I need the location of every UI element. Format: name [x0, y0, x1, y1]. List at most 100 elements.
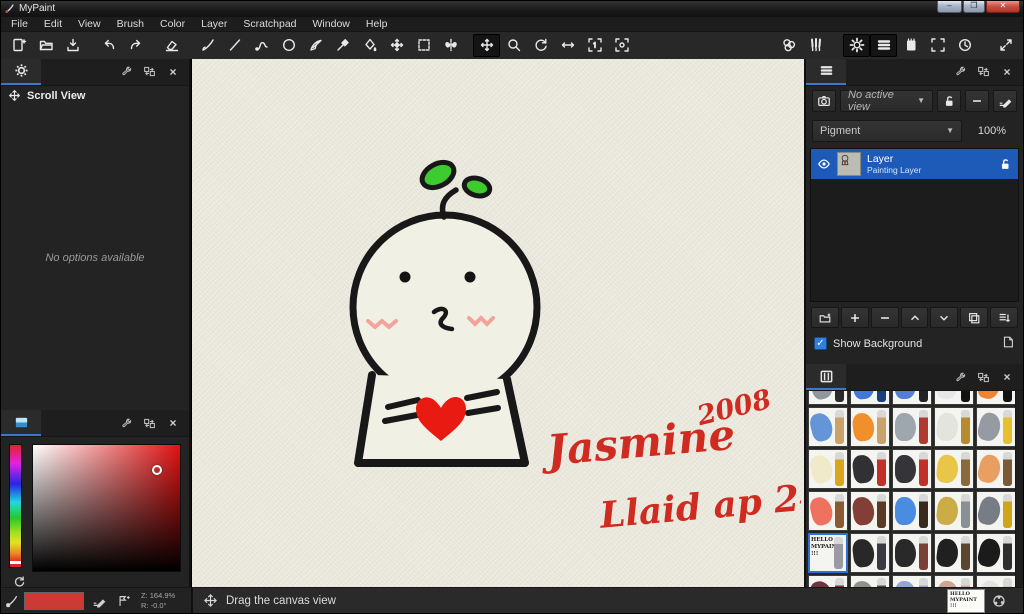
- brush-cell[interactable]: [976, 533, 1015, 574]
- new-file-button[interactable]: [5, 34, 32, 57]
- pick-color-button[interactable]: [329, 34, 356, 57]
- tab-layers[interactable]: [806, 58, 846, 85]
- menu-item-brush[interactable]: Brush: [109, 17, 152, 31]
- menu-item-color[interactable]: Color: [152, 17, 193, 31]
- menu-item-help[interactable]: Help: [358, 17, 396, 31]
- brush-cell[interactable]: [976, 491, 1015, 532]
- panel-detach-button[interactable]: [973, 63, 993, 81]
- brush-cell[interactable]: [892, 575, 932, 588]
- view-snapshot-button[interactable]: [812, 89, 836, 112]
- selected-brush-preview[interactable]: HELLO MYPAINT !!!: [947, 588, 985, 613]
- tab-brushes[interactable]: [806, 364, 846, 391]
- view-lock-button[interactable]: [937, 89, 961, 112]
- brush-cell[interactable]: [850, 533, 890, 574]
- brush-cell[interactable]: [934, 391, 974, 406]
- remove-layer-button[interactable]: [870, 307, 899, 329]
- open-file-button[interactable]: [32, 34, 59, 57]
- brush-cell[interactable]: [808, 407, 848, 448]
- current-color-swatch[interactable]: [24, 591, 84, 610]
- background-document-icon[interactable]: [1001, 335, 1015, 352]
- brush-cell[interactable]: [850, 407, 890, 448]
- move-layer-button[interactable]: [383, 34, 410, 57]
- hue-slider[interactable]: [9, 444, 22, 569]
- save-file-button[interactable]: [59, 34, 86, 57]
- show-background-checkbox[interactable]: ✓: [814, 337, 827, 351]
- panel-close-button[interactable]: ×: [163, 414, 183, 432]
- brush-cell[interactable]: [976, 407, 1015, 448]
- straight-line-button[interactable]: [221, 34, 248, 57]
- layer-mode-dropdown[interactable]: Pigment ▼: [812, 119, 962, 142]
- freehand-button[interactable]: [194, 34, 221, 57]
- brush-cell[interactable]: [934, 407, 974, 448]
- brush-cell[interactable]: [808, 449, 848, 490]
- expand-view-button[interactable]: [992, 34, 1019, 57]
- edit-frame-button[interactable]: [410, 34, 437, 57]
- panel-settings-button[interactable]: [115, 414, 135, 432]
- visibility-eye-icon[interactable]: [817, 157, 831, 171]
- brush-cell[interactable]: [808, 575, 848, 588]
- panel-close-button[interactable]: ×: [997, 63, 1017, 81]
- zoom-1to1-button[interactable]: [581, 34, 608, 57]
- view-remove-button[interactable]: [965, 89, 989, 112]
- undo-button[interactable]: [95, 34, 122, 57]
- brush-cell[interactable]: [934, 575, 974, 588]
- panel-settings-button[interactable]: [949, 368, 969, 386]
- active-view-dropdown[interactable]: No active view ▼: [840, 89, 933, 113]
- fullscreen-button[interactable]: [924, 34, 951, 57]
- layer-unlock-icon[interactable]: [998, 157, 1012, 171]
- redo-button[interactable]: [122, 34, 149, 57]
- close-button[interactable]: ✕: [986, 1, 1020, 13]
- panel-settings-button[interactable]: [115, 63, 135, 81]
- title-bar[interactable]: MyPaint – ❐ ✕: [1, 1, 1023, 17]
- panel-settings-button[interactable]: [949, 63, 969, 81]
- brush-cell[interactable]: [976, 391, 1015, 406]
- brush-cell[interactable]: [892, 391, 932, 406]
- brush-cell[interactable]: [934, 533, 974, 574]
- edit-brush-icon[interactable]: [89, 592, 109, 610]
- panel-detach-button[interactable]: [973, 368, 993, 386]
- saturation-value-square[interactable]: [32, 444, 181, 573]
- connected-lines-button[interactable]: [248, 34, 275, 57]
- brush-cell[interactable]: [892, 491, 932, 532]
- view-rename-button[interactable]: [993, 89, 1017, 112]
- layer-row-selected[interactable]: Layer Painting Layer: [811, 148, 1018, 179]
- fit-view-button[interactable]: [608, 34, 635, 57]
- color-window-button[interactable]: [775, 34, 802, 57]
- ellipse-button[interactable]: [275, 34, 302, 57]
- inking-button[interactable]: [302, 34, 329, 57]
- brush-cell[interactable]: [976, 575, 1015, 588]
- panel-detach-button[interactable]: [139, 414, 159, 432]
- symmetry-button[interactable]: [437, 34, 464, 57]
- menu-item-view[interactable]: View: [70, 17, 109, 31]
- new-layer-group-button[interactable]: [811, 307, 839, 329]
- menu-item-edit[interactable]: Edit: [36, 17, 70, 31]
- brush-cell[interactable]: [892, 449, 932, 490]
- history-button[interactable]: [951, 34, 978, 57]
- brush-cell-selected[interactable]: HELLO MYPAINT !!!: [808, 533, 848, 574]
- duplicate-layer-button[interactable]: [960, 307, 989, 329]
- brush-cell[interactable]: [850, 449, 890, 490]
- brush-cell[interactable]: [808, 391, 848, 406]
- scratchpad-button[interactable]: [897, 34, 924, 57]
- brush-cell[interactable]: [808, 491, 848, 532]
- brush-cell[interactable]: [934, 491, 974, 532]
- tool-options-button[interactable]: [843, 33, 870, 57]
- eraser-button[interactable]: [158, 34, 185, 57]
- menu-item-layer[interactable]: Layer: [193, 17, 235, 31]
- rotate-view-button[interactable]: [527, 34, 554, 57]
- panel-close-button[interactable]: ×: [997, 368, 1017, 386]
- layers-window-button[interactable]: [870, 33, 897, 57]
- pan-view-button[interactable]: [473, 33, 500, 57]
- menu-item-scratchpad[interactable]: Scratchpad: [235, 17, 304, 31]
- canvas-viewport[interactable]: Jasmine 2008 Llaid ap 242: [191, 58, 804, 588]
- panel-close-button[interactable]: ×: [163, 63, 183, 81]
- brush-cell[interactable]: [850, 575, 890, 588]
- brush-cell[interactable]: [892, 407, 932, 448]
- tab-tool-options[interactable]: [1, 58, 41, 85]
- zoom-view-button[interactable]: [500, 34, 527, 57]
- menu-item-window[interactable]: Window: [305, 17, 358, 31]
- lower-layer-button[interactable]: [930, 307, 959, 329]
- brush-cell[interactable]: [934, 449, 974, 490]
- bookmark-brush-icon[interactable]: [114, 592, 134, 610]
- brush-cell[interactable]: [892, 533, 932, 574]
